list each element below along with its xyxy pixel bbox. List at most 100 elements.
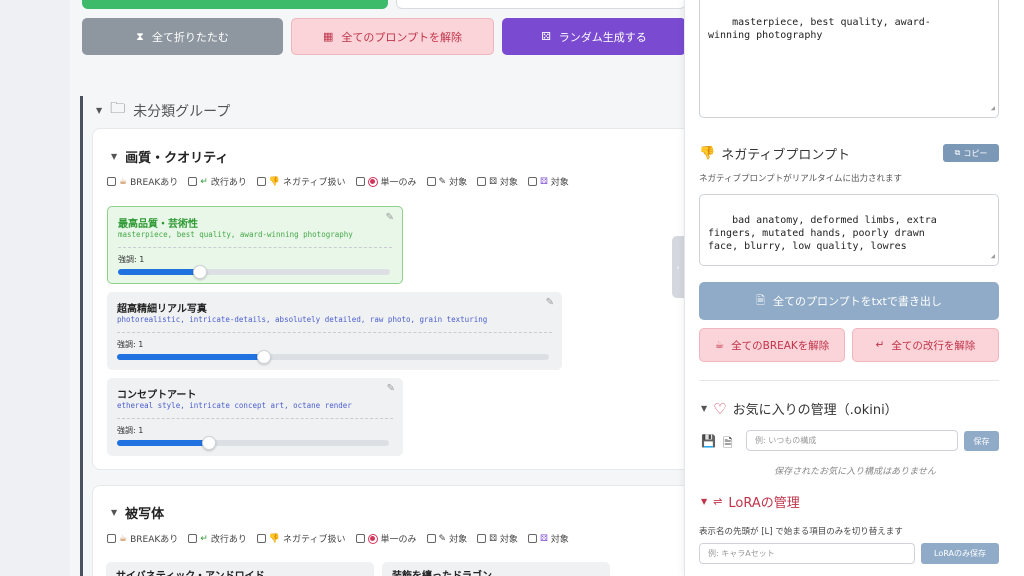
export-label: 全てのプロンプトをtxtで書き出し bbox=[773, 295, 942, 308]
lora-save-button[interactable]: LoRAのみ保存 bbox=[921, 543, 999, 564]
dice-target-checkbox[interactable] bbox=[477, 177, 487, 186]
output-panel: masterpiece, best quality, award- winnin… bbox=[684, 0, 1024, 576]
purple-dice-label: 対象 bbox=[550, 535, 569, 545]
positive-prompt-output[interactable]: masterpiece, best quality, award- winnin… bbox=[699, 0, 999, 118]
break-label: BREAKあり bbox=[130, 178, 179, 188]
cup-icon: ☕ bbox=[714, 339, 725, 351]
weight-slider[interactable] bbox=[117, 350, 549, 364]
weight-label: 強調: 1 bbox=[118, 255, 145, 264]
chevron-down-icon: ▼ bbox=[111, 508, 118, 517]
top-green-button[interactable] bbox=[82, 0, 388, 9]
radio-icon bbox=[367, 533, 378, 544]
return-arrow-icon: ↵ bbox=[200, 176, 208, 187]
dice-target-label: 対象 bbox=[499, 178, 518, 188]
wand-target-checkbox[interactable] bbox=[426, 177, 436, 186]
negative-checkbox[interactable] bbox=[256, 534, 266, 543]
file-load-icon[interactable]: 🗎 bbox=[723, 434, 733, 455]
negative-label: ネガティブ扱い bbox=[283, 178, 346, 188]
category-title: 被写体 bbox=[125, 507, 165, 522]
lora-header[interactable]: ▼ ⇌ LoRAの管理 bbox=[701, 492, 800, 511]
lora-title: LoRAの管理 bbox=[728, 496, 800, 511]
negative-prompt-text: bad anatomy, deformed limbs, extra finge… bbox=[708, 215, 937, 252]
break-checkbox[interactable] bbox=[107, 177, 116, 186]
newline-checkbox[interactable] bbox=[188, 534, 198, 543]
dice-target-checkbox[interactable] bbox=[477, 534, 487, 543]
cup-icon: ☕ bbox=[119, 176, 128, 187]
collapse-all-button[interactable]: ⧗ 全て折りたたむ bbox=[82, 18, 283, 55]
lora-name-input[interactable]: 例: キャラAセット bbox=[699, 543, 915, 564]
cup-icon: ☕ bbox=[119, 533, 128, 544]
divider bbox=[118, 247, 392, 248]
top-white-button[interactable] bbox=[396, 0, 686, 9]
resize-grip-icon[interactable]: ◢ bbox=[991, 102, 995, 115]
random-generate-button[interactable]: ⚄ ランダム生成する bbox=[502, 18, 686, 55]
magic-wand-icon[interactable]: ✎ bbox=[387, 383, 395, 394]
dice-target-label: 対象 bbox=[499, 535, 518, 545]
prompt-item[interactable]: サイバネティック・アンドロイド bbox=[106, 562, 374, 576]
negative-prompt-output[interactable]: bad anatomy, deformed limbs, extra finge… bbox=[699, 194, 999, 266]
negative-label: ネガティブ扱い bbox=[283, 535, 346, 545]
single-checkbox[interactable] bbox=[355, 534, 365, 543]
collapse-icon: ⧗ bbox=[136, 29, 144, 43]
category-card-quality: ▼ 画質・クオリティ ☕ BREAKあり ↵ 改行あり 👎 ネガティブ扱い 単一のみ … bbox=[92, 128, 692, 470]
copy-icon: ⧉ bbox=[954, 148, 961, 157]
chevron-down-icon: ▼ bbox=[701, 404, 708, 413]
weight-slider-fill bbox=[117, 440, 210, 446]
weight-slider[interactable] bbox=[117, 436, 389, 450]
wand-target-label: 対象 bbox=[449, 178, 468, 188]
clear-newline-button[interactable]: ↵ 全ての改行を解除 bbox=[852, 328, 999, 362]
thumbs-down-icon: 👎 bbox=[699, 146, 716, 161]
wand-target-checkbox[interactable] bbox=[426, 534, 436, 543]
resize-grip-icon[interactable]: ◢ bbox=[991, 250, 995, 263]
category-header[interactable]: ▼ 画質・クオリティ bbox=[111, 147, 228, 166]
positive-prompt-text: masterpiece, best quality, award- winnin… bbox=[708, 17, 931, 41]
copy-button[interactable]: ⧉ コピー bbox=[943, 144, 999, 162]
break-label: BREAKあり bbox=[130, 535, 179, 545]
prompt-item[interactable]: 最高品質・芸術性 ✎ masterpiece, best quality, aw… bbox=[107, 206, 403, 284]
group-indicator-bar bbox=[80, 96, 83, 576]
lora-placeholder: 例: キャラAセット bbox=[708, 549, 775, 558]
thumbs-down-icon: 👎 bbox=[268, 176, 281, 187]
return-arrow-icon: ↵ bbox=[200, 533, 208, 544]
dice-icon: ⚄ bbox=[541, 30, 551, 43]
magic-wand-icon: ✎ bbox=[438, 533, 447, 544]
magic-wand-icon[interactable]: ✎ bbox=[546, 297, 554, 308]
prompt-item[interactable]: 超高精細リアル写真 ✎ photorealistic, intricate-de… bbox=[107, 292, 562, 370]
clear-break-button[interactable]: ☕ 全てのBREAKを解除 bbox=[699, 328, 845, 362]
clear-break-label: 全てのBREAKを解除 bbox=[731, 339, 830, 352]
favorites-header[interactable]: ▼ ♡ お気に入りの管理（.okini） bbox=[701, 399, 898, 419]
prompt-item[interactable]: 装飾を纏ったドラゴン bbox=[382, 562, 610, 576]
weight-slider-knob[interactable] bbox=[256, 350, 271, 364]
weight-slider-knob[interactable] bbox=[202, 436, 217, 450]
break-checkbox[interactable] bbox=[107, 534, 116, 543]
export-txt-button[interactable]: 🗎 全てのプロンプトをtxtで書き出し bbox=[699, 282, 999, 320]
weight-slider-knob[interactable] bbox=[192, 265, 207, 279]
clear-newline-label: 全ての改行を解除 bbox=[891, 339, 976, 352]
negative-checkbox[interactable] bbox=[256, 177, 266, 186]
prompt-item[interactable]: コンセプトアート ✎ ethereal style, intricate con… bbox=[107, 378, 403, 456]
newline-label: 改行あり bbox=[210, 178, 247, 188]
save-disk-icon[interactable]: 💾 bbox=[701, 434, 716, 448]
purple-dice-checkbox[interactable] bbox=[527, 534, 537, 543]
random-generate-label: ランダム生成する bbox=[558, 30, 647, 44]
folder-icon: 🗀 bbox=[110, 99, 126, 117]
favorites-save-button[interactable]: 保存 bbox=[964, 431, 999, 451]
dice-purple-icon: ⚄ bbox=[539, 533, 548, 544]
dice-gray-icon: ⚄ bbox=[489, 176, 497, 187]
weight-slider-fill bbox=[118, 269, 200, 275]
divider bbox=[699, 380, 999, 381]
weight-slider[interactable] bbox=[118, 265, 390, 279]
magic-wand-icon[interactable]: ✎ bbox=[386, 212, 394, 223]
newline-checkbox[interactable] bbox=[188, 177, 198, 186]
prompt-item-name: 最高品質・芸術性 bbox=[118, 219, 198, 230]
favorites-name-input[interactable]: 例: いつもの構成 bbox=[746, 430, 958, 451]
clear-all-prompts-label: 全てのプロンプトを解除 bbox=[341, 30, 463, 44]
category-header[interactable]: ▼ 被写体 bbox=[111, 503, 164, 522]
purple-dice-checkbox[interactable] bbox=[527, 177, 537, 186]
panel-toggle-handle[interactable]: › bbox=[672, 236, 684, 298]
group-header[interactable]: ▼ 🗀 未分類グループ bbox=[96, 98, 230, 123]
clear-all-prompts-button[interactable]: ▦ 全てのプロンプトを解除 bbox=[291, 18, 494, 55]
copy-label: コピー bbox=[963, 148, 988, 158]
radio-icon bbox=[367, 176, 378, 187]
single-checkbox[interactable] bbox=[355, 177, 365, 186]
